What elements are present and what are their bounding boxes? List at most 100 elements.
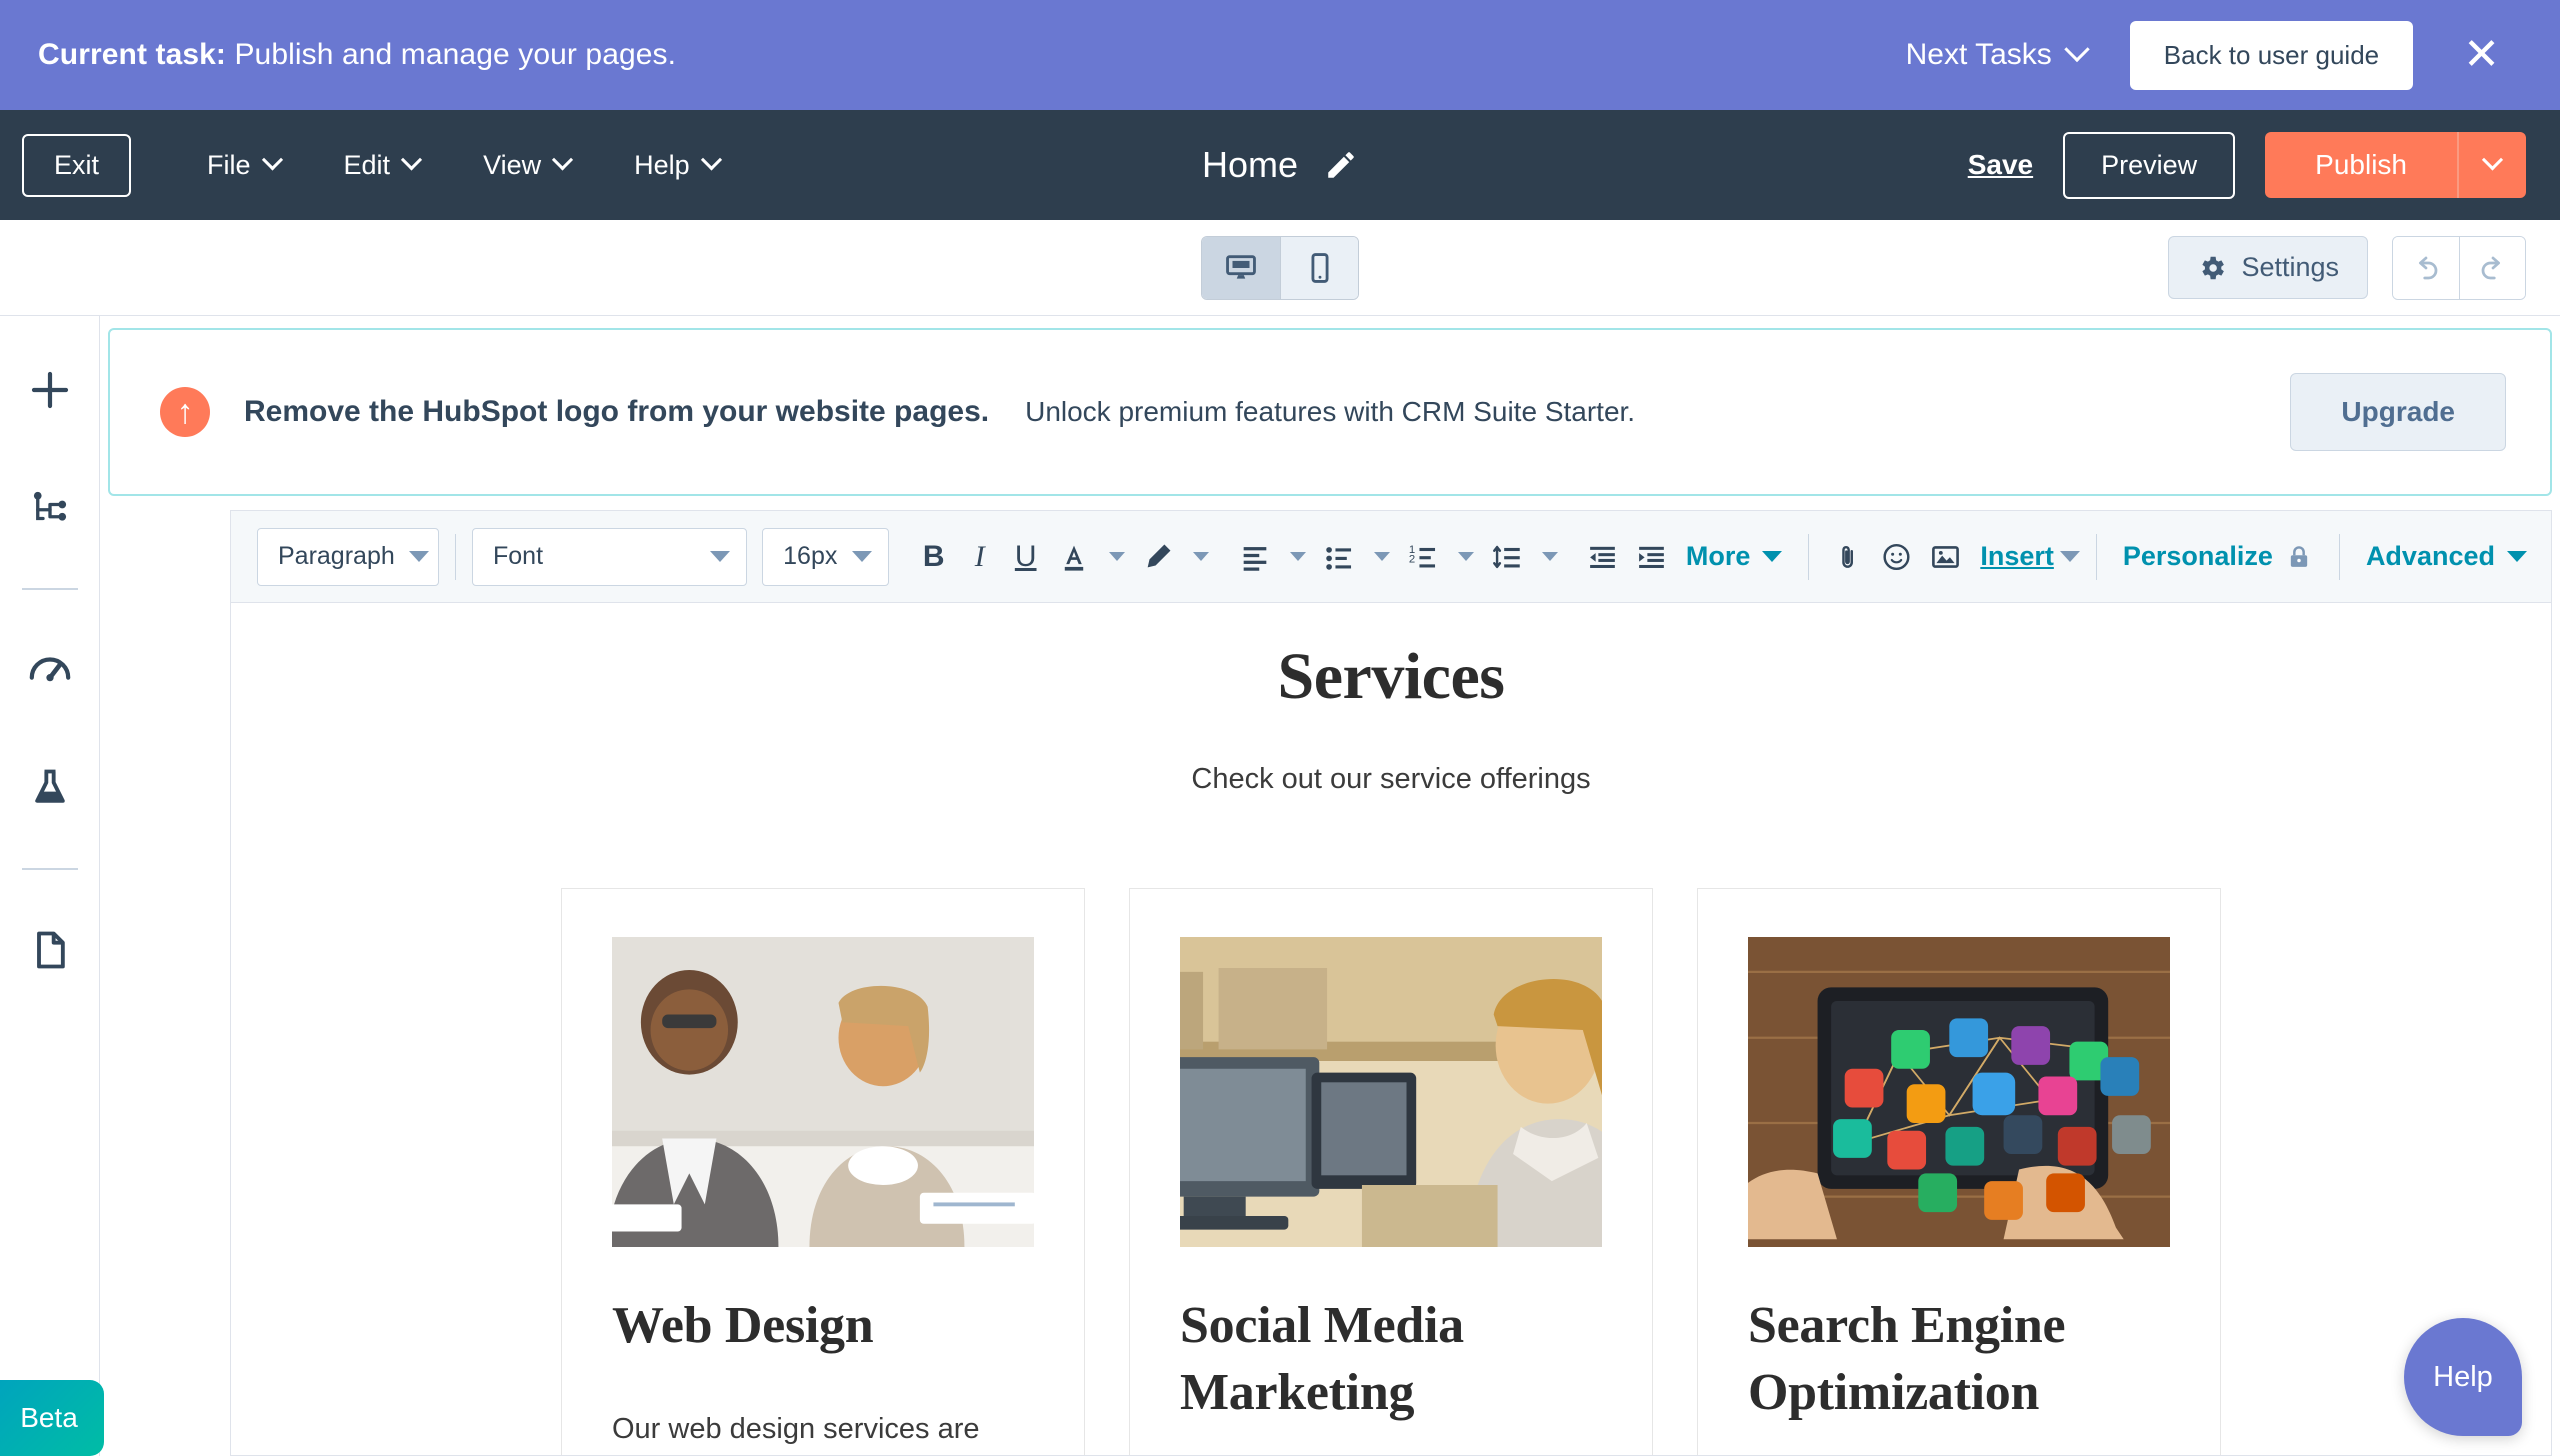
bold-button[interactable]: B bbox=[911, 528, 957, 586]
menu-view[interactable]: View bbox=[451, 150, 602, 181]
exit-button[interactable]: Exit bbox=[22, 134, 131, 197]
insert-dropdown[interactable]: Insert bbox=[1970, 541, 2064, 572]
bullet-list-button[interactable] bbox=[1314, 528, 1364, 586]
arrow-up-circle-icon: ↑ bbox=[160, 387, 210, 437]
undo-icon bbox=[2411, 253, 2441, 283]
insert-image-button[interactable] bbox=[1921, 528, 1970, 586]
speedometer-icon bbox=[27, 647, 73, 693]
more-label: More bbox=[1686, 541, 1751, 572]
upgrade-banner-subtitle: Unlock premium features with CRM Suite S… bbox=[1025, 396, 1635, 428]
add-module-button[interactable] bbox=[12, 352, 88, 428]
next-tasks-dropdown[interactable]: Next Tasks bbox=[1906, 38, 2086, 72]
menu-edit[interactable]: Edit bbox=[312, 150, 452, 181]
numbered-list-button[interactable]: 1 2 bbox=[1398, 528, 1448, 586]
desktop-view-button[interactable] bbox=[1202, 237, 1280, 299]
line-height-icon bbox=[1490, 540, 1524, 574]
text-align-control[interactable] bbox=[1230, 528, 1314, 586]
personalize-button[interactable]: Personalize bbox=[2113, 541, 2323, 572]
back-to-user-guide-button[interactable]: Back to user guide bbox=[2130, 21, 2413, 90]
optimize-button[interactable] bbox=[12, 632, 88, 708]
numbered-list-control[interactable]: 1 2 bbox=[1398, 528, 1482, 586]
page-preview-canvas[interactable]: Services Check out our service offerings bbox=[231, 603, 2551, 1455]
line-height-button[interactable] bbox=[1482, 528, 1532, 586]
flask-icon bbox=[28, 766, 72, 810]
upgrade-button[interactable]: Upgrade bbox=[2290, 373, 2506, 451]
publish-button[interactable]: Publish bbox=[2265, 132, 2457, 198]
align-button[interactable] bbox=[1230, 528, 1280, 586]
save-button[interactable]: Save bbox=[1968, 149, 2033, 181]
indent-button[interactable] bbox=[1627, 528, 1676, 586]
close-icon[interactable]: ✕ bbox=[2463, 33, 2500, 77]
highlight-color-control[interactable] bbox=[1133, 528, 1217, 586]
preview-button[interactable]: Preview bbox=[2063, 132, 2235, 199]
content-tree-button[interactable] bbox=[12, 470, 88, 546]
chevron-down-icon bbox=[2507, 551, 2527, 562]
emoji-button[interactable] bbox=[1872, 528, 1921, 586]
woman-working-at-computer-desk-photo bbox=[1180, 937, 1602, 1247]
ab-test-button[interactable] bbox=[12, 750, 88, 826]
chevron-down-icon bbox=[552, 149, 573, 170]
beta-badge: Beta bbox=[0, 1380, 104, 1456]
menu-help[interactable]: Help bbox=[602, 150, 751, 181]
menu-file[interactable]: File bbox=[175, 150, 312, 181]
redo-button[interactable] bbox=[2459, 237, 2525, 299]
personalize-label: Personalize bbox=[2123, 541, 2273, 572]
service-card[interactable]: Web Design Our web design services are t… bbox=[561, 888, 1085, 1455]
editor-nav-bar: Exit File Edit View Help Home Save Previ… bbox=[0, 110, 2560, 220]
attachment-button[interactable] bbox=[1825, 528, 1872, 586]
undo-button[interactable] bbox=[2393, 237, 2459, 299]
lock-icon bbox=[2285, 543, 2313, 571]
mobile-view-button[interactable] bbox=[1280, 237, 1358, 299]
text-color-control[interactable] bbox=[1049, 528, 1133, 586]
indent-icon bbox=[1635, 540, 1668, 574]
advanced-dropdown[interactable]: Advanced bbox=[2356, 541, 2537, 572]
settings-button[interactable]: Settings bbox=[2168, 236, 2368, 299]
rail-divider bbox=[22, 868, 78, 870]
page-settings-button[interactable] bbox=[12, 912, 88, 988]
page-editor-frame: Paragraph Font 16px B I U bbox=[230, 510, 2552, 1456]
help-button[interactable]: Help bbox=[2404, 1318, 2522, 1436]
hands-holding-tablet-with-app-icons-photo bbox=[1748, 937, 2170, 1247]
service-card[interactable]: Social Media Marketing bbox=[1129, 888, 1653, 1455]
underline-button[interactable]: U bbox=[1003, 528, 1049, 586]
toolbar-divider bbox=[455, 534, 456, 580]
gear-icon bbox=[2197, 253, 2227, 283]
chevron-down-icon bbox=[852, 551, 872, 562]
chevron-down-icon bbox=[2482, 149, 2503, 170]
chevron-down-icon bbox=[701, 149, 722, 170]
more-formatting-dropdown[interactable]: More bbox=[1676, 541, 1793, 572]
rail-divider bbox=[22, 588, 78, 590]
highlight-button[interactable] bbox=[1133, 528, 1183, 586]
chevron-down-icon bbox=[1762, 551, 1782, 562]
sitemap-icon bbox=[29, 487, 71, 529]
two-colleagues-reviewing-documents-photo bbox=[612, 937, 1034, 1247]
italic-button[interactable]: I bbox=[957, 528, 1003, 586]
chevron-down-icon bbox=[401, 149, 422, 170]
pencil-icon[interactable] bbox=[1324, 148, 1358, 182]
current-task-label: Current task: bbox=[38, 38, 226, 71]
editor-sub-toolbar: Settings bbox=[0, 220, 2560, 316]
align-left-icon bbox=[1238, 540, 1272, 574]
service-card[interactable]: Search Engine Optimization bbox=[1697, 888, 2221, 1455]
chevron-down-icon bbox=[1458, 552, 1474, 561]
history-button-group bbox=[2392, 236, 2526, 300]
service-card-body: Our web design services are tailored to … bbox=[612, 1408, 1034, 1455]
font-family-select[interactable]: Font bbox=[472, 528, 747, 586]
font-size-select[interactable]: 16px bbox=[762, 528, 889, 586]
insert-label: Insert bbox=[1980, 541, 2054, 572]
service-card-title: Social Media Marketing bbox=[1180, 1293, 1602, 1426]
numbered-list-icon: 1 2 bbox=[1406, 540, 1440, 574]
toolbar-divider bbox=[1808, 534, 1809, 580]
paragraph-style-select[interactable]: Paragraph bbox=[257, 528, 439, 586]
line-height-control[interactable] bbox=[1482, 528, 1566, 586]
service-card-image bbox=[1748, 937, 2170, 1247]
outdent-button[interactable] bbox=[1578, 528, 1627, 586]
bullet-list-control[interactable] bbox=[1314, 528, 1398, 586]
advanced-label: Advanced bbox=[2366, 541, 2495, 572]
publish-options-button[interactable] bbox=[2457, 132, 2526, 198]
chevron-down-icon[interactable] bbox=[2060, 551, 2080, 562]
text-color-button[interactable] bbox=[1049, 528, 1099, 586]
chevron-down-icon bbox=[409, 551, 429, 562]
current-task-banner: Current task: Publish and manage your pa… bbox=[0, 0, 2560, 110]
emoji-icon bbox=[1880, 540, 1913, 574]
